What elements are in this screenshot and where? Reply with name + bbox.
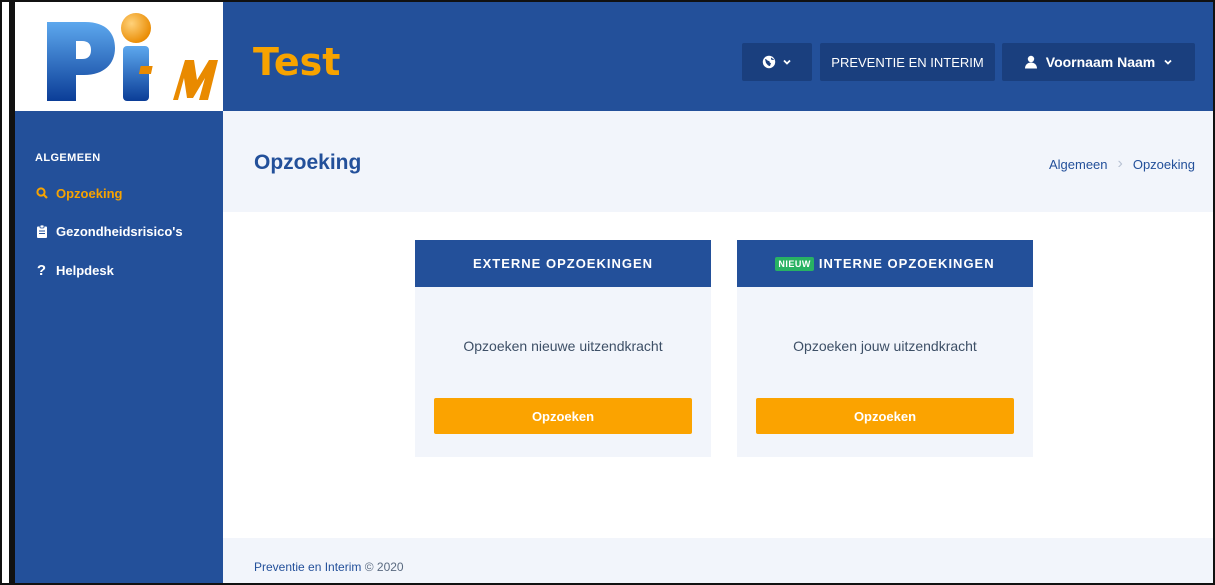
chevron-down-icon [783,59,791,65]
footer-org-link[interactable]: Preventie en Interim [254,560,361,574]
logo[interactable] [9,2,223,111]
sidebar-item-label: Gezondheidsrisico's [56,223,183,239]
breadcrumb-item-algemeen[interactable]: Algemeen [1049,157,1108,172]
globe-icon [762,55,776,69]
footer-copyright: © 2020 [364,560,404,574]
sidebar-item-label: Helpdesk [56,262,114,278]
chevron-down-icon [1164,59,1172,65]
card-interne-opzoekingen: NIEUW INTERNE OPZOEKINGEN Opzoeken jouw … [737,240,1033,457]
footer: Preventie en Interim © 2020 [223,538,1213,583]
card-header: NIEUW INTERNE OPZOEKINGEN [737,240,1033,287]
page-title: Opzoeking [254,151,362,174]
opzoeken-externe-button[interactable]: Opzoeken [434,398,692,434]
card-externe-opzoekingen: EXTERNE OPZOEKINGEN Opzoeken nieuwe uitz… [415,240,711,457]
app-frame: Test PREVENTIE EN INTERIM Voornaam Naam … [0,0,1215,585]
sidebar-item-label: Opzoeking [56,185,123,201]
user-icon [1024,55,1037,69]
footer-text: Preventie en Interim © 2020 [254,560,404,574]
search-icon [35,187,48,199]
breadcrumb: Algemeen › Opzoeking [1049,155,1195,173]
card-description: Opzoeken jouw uitzendkracht [793,338,977,354]
breadcrumb-separator-icon: › [1117,155,1123,172]
question-icon: ? [36,261,47,279]
card-description: Opzoeken nieuwe uitzendkracht [463,338,663,354]
user-name: Voornaam Naam [1045,54,1156,70]
opzoeken-interne-button[interactable]: Opzoeken [756,398,1014,434]
language-dropdown-button[interactable] [742,43,812,81]
breadcrumb-item-opzoeking: Opzoeking [1132,156,1195,172]
page-header: Opzoeking Algemeen › Opzoeking [223,111,1213,212]
pim-logo-icon [47,13,218,101]
sidebar-item-helpdesk[interactable]: ? Helpdesk [35,260,114,280]
sidebar-item-gezondheidsrisicos[interactable]: Gezondheidsrisico's [35,221,183,241]
sidebar-section-label: ALGEMEEN [35,152,101,164]
app-title: Test [253,40,341,84]
sidebar: ALGEMEEN Opzoeking Gezondheidsrisico's ?… [9,111,223,583]
sidebar-item-opzoeking[interactable]: Opzoeking [35,183,122,203]
card-header-title: EXTERNE OPZOEKINGEN [472,256,654,271]
clipboard-icon [35,224,48,238]
organisation-button[interactable]: PREVENTIE EN INTERIM [820,43,995,81]
card-header: EXTERNE OPZOEKINGEN [415,240,711,287]
user-menu-button[interactable]: Voornaam Naam [1002,43,1195,81]
card-header-title: INTERNE OPZOEKINGEN [818,256,995,271]
top-bar: Test PREVENTIE EN INTERIM Voornaam Naam [223,2,1213,111]
new-badge: NIEUW [775,256,814,271]
